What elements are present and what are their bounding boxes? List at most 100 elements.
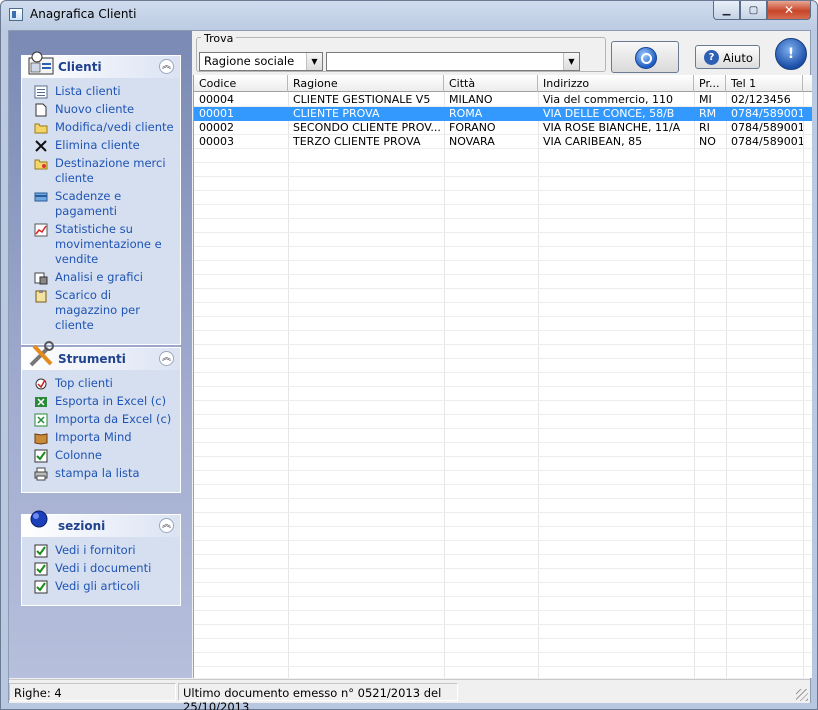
sidebar-item-vedi-articoli[interactable]: Vedi gli articoli <box>22 579 180 594</box>
sidebar-item-stampa-lista[interactable]: stampa la lista <box>22 466 180 481</box>
client-area: Clienti ︽ Lista clienti Nuovo cliente Mo… <box>8 30 812 710</box>
chevron-down-icon[interactable]: ▼ <box>563 53 579 70</box>
sidebar-item-label: Vedi gli articoli <box>55 579 140 593</box>
clients-table[interactable]: Codice Ragione Città Indirizzo Pr... Tel… <box>193 75 812 678</box>
maximize-button[interactable]: ▢ <box>740 1 767 20</box>
sidebar-item-label: Lista clienti <box>55 84 121 98</box>
cell-indirizzo: VIA CARIBEAN, 85 <box>543 135 643 148</box>
tools-icon <box>29 341 54 367</box>
minimize-button[interactable]: ▁ <box>713 1 740 20</box>
checkbox-icon <box>34 562 48 576</box>
delete-x-icon <box>35 140 47 152</box>
sidebar-item-colonne[interactable]: Colonne <box>22 448 180 463</box>
cell-indirizzo: VIA ROSE BIANCHE, 11/A <box>543 121 681 134</box>
sidebar-item-importa-excel[interactable]: Importa da Excel (c) <box>22 412 180 427</box>
sezioni-panel-body: Vedi i fornitori Vedi i documenti Vedi g… <box>22 537 180 605</box>
sidebar-item-label: Elimina cliente <box>55 138 140 152</box>
table-row[interactable]: 00002 SECONDO CLIENTE PROV... FORANO VIA… <box>194 121 812 135</box>
cell-codice: 00003 <box>199 135 234 148</box>
title-bar[interactable]: Anagrafica Clienti ▁ ▢ ✕ <box>1 1 817 29</box>
cell-codice: 00001 <box>199 107 234 120</box>
cell-provincia: RM <box>699 107 717 120</box>
sezioni-panel-header[interactable]: sezioni ︽ <box>22 510 180 537</box>
maximize-icon: ▢ <box>748 4 759 16</box>
search-button[interactable] <box>611 41 679 73</box>
sidebar-item-destinazione-merci[interactable]: Destinazione merci cliente <box>22 156 180 186</box>
sidebar-item-label: Colonne <box>55 448 102 462</box>
search-field-select[interactable]: Ragione sociale ▼ <box>199 52 323 71</box>
sidebar-item-statistiche[interactable]: Statistiche su movimentazione e vendite <box>22 222 180 267</box>
table-row-selected[interactable]: 00001 CLIENTE PROVA ROMA VIA DELLE CONCE… <box>194 107 812 121</box>
window-controls: ▁ ▢ ✕ <box>713 1 811 21</box>
sidebar-item-importa-mind[interactable]: Importa Mind <box>22 430 180 445</box>
sidebar-item-label: Nuovo cliente <box>55 102 135 116</box>
sidebar-item-label: Scadenze e pagamenti <box>55 189 122 218</box>
help-icon: ? <box>704 50 719 65</box>
book-icon <box>34 433 48 445</box>
clipboard-icon <box>35 290 47 303</box>
close-button[interactable]: ✕ <box>767 1 811 20</box>
cell-ragione: CLIENTE GESTIONALE V5 <box>293 93 431 106</box>
sidebar-item-analisi[interactable]: Analisi e grafici <box>22 270 180 285</box>
excel-export-icon <box>35 397 47 407</box>
cell-provincia: NO <box>699 135 716 148</box>
analysis-icon <box>34 272 48 285</box>
info-button[interactable]: ! <box>775 38 807 70</box>
clienti-panel-header[interactable]: Clienti ︽ <box>22 51 180 78</box>
help-button-label: Aiuto <box>723 51 753 65</box>
cell-citta: ROMA <box>449 107 483 120</box>
help-button[interactable]: ? Aiuto <box>695 45 760 69</box>
chevron-down-icon[interactable]: ▼ <box>306 53 322 70</box>
collapse-clienti-button[interactable]: ︽ <box>159 59 174 74</box>
collapse-sezioni-button[interactable]: ︽ <box>159 518 174 533</box>
folder-star-icon <box>34 159 48 170</box>
new-document-icon <box>35 103 47 117</box>
column-header-citta[interactable]: Città <box>444 75 538 92</box>
sidebar-item-nuovo-cliente[interactable]: Nuovo cliente <box>22 102 180 117</box>
cell-tel1: 02/123456 <box>731 93 791 106</box>
sidebar-item-vedi-fornitori[interactable]: Vedi i fornitori <box>22 543 180 558</box>
list-icon <box>34 85 48 99</box>
last-document-status: Ultimo documento emesso n° 0521/2013 del… <box>178 683 458 710</box>
cell-ragione: SECONDO CLIENTE PROV... <box>293 121 441 134</box>
sidebar-item-top-clienti[interactable]: Top clienti <box>22 376 180 391</box>
sidebar-item-lista-clienti[interactable]: Lista clienti <box>22 84 180 99</box>
sezioni-panel: sezioni ︽ Vedi i fornitori Vedi i docume… <box>21 510 181 606</box>
cell-ragione: TERZO CLIENTE PROVA <box>293 135 421 148</box>
sidebar-item-scadenze[interactable]: Scadenze e pagamenti <box>22 189 180 219</box>
column-header-ragione[interactable]: Ragione <box>288 75 444 92</box>
column-header-provincia[interactable]: Pr... <box>694 75 726 92</box>
sidebar-item-esporta-excel[interactable]: Esporta in Excel (c) <box>22 394 180 409</box>
column-header-tel1[interactable]: Tel 1 <box>726 75 803 92</box>
strumenti-panel-header[interactable]: Strumenti ︽ <box>22 341 180 370</box>
resize-grip-icon[interactable] <box>796 689 808 701</box>
sidebar-item-modifica-cliente[interactable]: Modifica/vedi cliente <box>22 120 180 135</box>
sidebar-item-label: stampa la lista <box>55 466 140 480</box>
sidebar-item-scarico-magazzino[interactable]: Scarico di magazzino per cliente <box>22 288 180 333</box>
search-icon <box>635 47 657 69</box>
chevron-up-icon: ︽ <box>161 520 171 530</box>
chart-icon <box>34 223 48 237</box>
close-icon: ✕ <box>783 3 795 17</box>
checkbox-icon <box>34 544 48 558</box>
search-query-combo[interactable]: ▼ <box>326 52 580 71</box>
sidebar-item-label: Modifica/vedi cliente <box>55 120 174 134</box>
collapse-strumenti-button[interactable]: ︽ <box>159 351 174 366</box>
strumenti-panel-title: Strumenti <box>58 352 126 366</box>
sidebar-item-elimina-cliente[interactable]: Elimina cliente <box>22 138 180 153</box>
cell-tel1: 0784/589001 <box>731 121 803 134</box>
trova-legend: Trova <box>201 32 237 45</box>
table-header: Codice Ragione Città Indirizzo Pr... Tel… <box>194 75 812 92</box>
sidebar-item-label: Top clienti <box>55 376 113 390</box>
checkbox-icon <box>34 580 48 594</box>
table-row[interactable]: 00003 TERZO CLIENTE PROVA NOVARA VIA CAR… <box>194 135 812 149</box>
sidebar-item-label: Vedi i fornitori <box>55 543 136 557</box>
column-header-indirizzo[interactable]: Indirizzo <box>538 75 694 92</box>
sezioni-panel-title: sezioni <box>58 519 106 533</box>
cell-provincia: RI <box>699 121 710 134</box>
table-row[interactable]: 00004 CLIENTE GESTIONALE V5 MILANO Via d… <box>194 93 812 107</box>
sidebar-item-vedi-documenti[interactable]: Vedi i documenti <box>22 561 180 576</box>
card-icon <box>34 192 48 202</box>
column-header-codice[interactable]: Codice <box>194 75 288 92</box>
folder-icon <box>34 123 48 134</box>
